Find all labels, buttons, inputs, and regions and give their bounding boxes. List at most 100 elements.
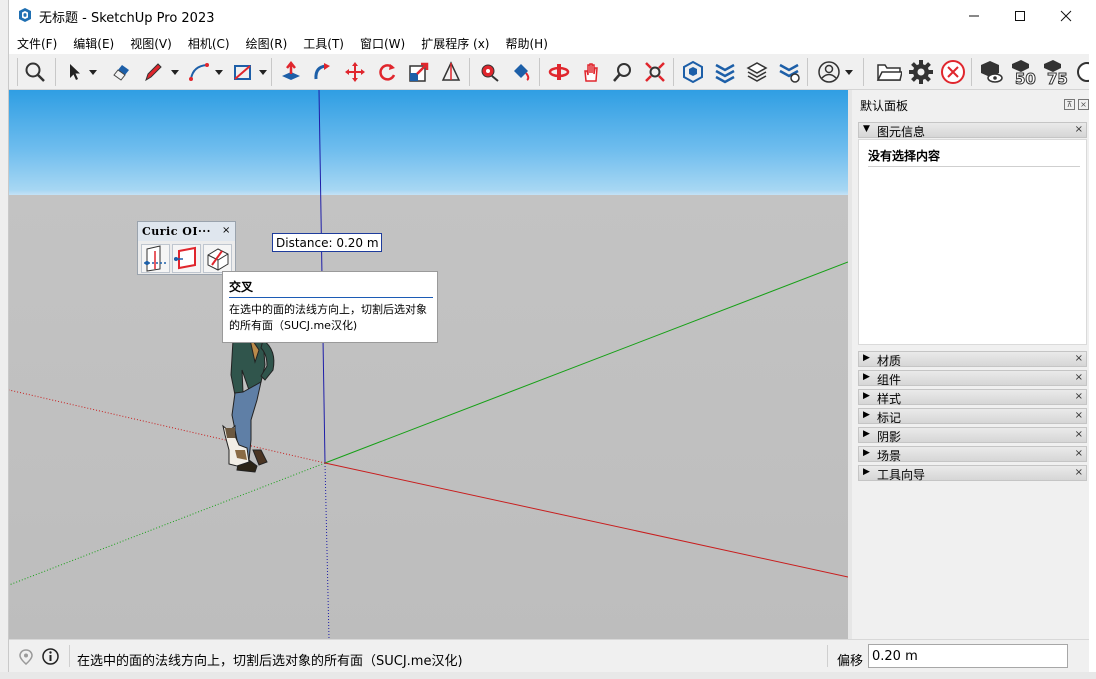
- chevron-down-icon[interactable]: [259, 70, 267, 75]
- tray-title: 默认面板: [860, 99, 909, 113]
- menu-extensions[interactable]: 扩展程序 (x): [413, 31, 497, 54]
- close-icon[interactable]: ×: [1075, 124, 1083, 135]
- close-icon[interactable]: ×: [1075, 372, 1083, 383]
- measurements-label: 偏移: [837, 654, 864, 669]
- intersect-tooltip: 交叉 在选中的面的法线方向上，切割后选对象的所有面（SUCJ.me汉化): [222, 271, 438, 343]
- curic-toolbar-titlebar[interactable]: Curic OI··· ×: [138, 222, 235, 241]
- cancel-icon[interactable]: [939, 58, 967, 86]
- sketchup-logo-icon: [19, 8, 31, 22]
- pencil-icon[interactable]: [139, 58, 167, 86]
- section-label: 样式: [877, 392, 902, 406]
- menu-file[interactable]: 文件(F): [9, 31, 65, 54]
- chevron-down-icon[interactable]: [845, 70, 853, 75]
- chevron-down-icon[interactable]: [215, 70, 223, 75]
- close-icon[interactable]: ×: [1078, 99, 1089, 110]
- sketchup-window: 无标题 - SketchUp Pro 2023 文件(F) 编辑(E) 视图(V…: [8, 0, 1089, 672]
- paint-bucket-icon[interactable]: [507, 58, 535, 86]
- stack-icon[interactable]: [743, 58, 771, 86]
- slice-icon: [144, 245, 166, 272]
- status-bar: 在选中的面的法线方向上，切割后选对象的所有面（SUCJ.me汉化) 偏移 0.2…: [9, 639, 1089, 672]
- divider: [827, 645, 828, 667]
- expand-triangle-icon: ▼: [863, 124, 870, 134]
- follow-me-icon[interactable]: [309, 58, 337, 86]
- close-icon[interactable]: ×: [1075, 467, 1083, 478]
- settings-sliders-icon[interactable]: [775, 58, 803, 86]
- intersect-face-button[interactable]: [172, 244, 201, 273]
- menu-view[interactable]: 视图(V): [122, 31, 180, 54]
- push-pull-icon[interactable]: [277, 58, 305, 86]
- rotate-icon[interactable]: [373, 58, 401, 86]
- menu-tools[interactable]: 工具(T): [295, 31, 352, 54]
- folder-icon[interactable]: [875, 58, 903, 86]
- eraser-icon[interactable]: [107, 58, 135, 86]
- search-icon[interactable]: [21, 58, 49, 86]
- close-icon[interactable]: ×: [1075, 353, 1083, 364]
- tape-measure-icon[interactable]: [475, 58, 503, 86]
- curic-toolbar-title: Curic OI···: [142, 225, 211, 238]
- partial-toolbar-icon[interactable]: [1073, 58, 1089, 86]
- section-shadows[interactable]: ▶ 阴影 ×: [858, 427, 1087, 444]
- component-3d-icon[interactable]: [679, 58, 707, 86]
- tooltip-title: 交叉: [229, 280, 254, 294]
- toolbar-separator: [17, 58, 18, 86]
- close-icon[interactable]: ×: [222, 225, 230, 236]
- select-arrow-icon[interactable]: [61, 58, 89, 86]
- close-icon[interactable]: ×: [1075, 391, 1083, 402]
- chevron-down-icon[interactable]: [171, 70, 179, 75]
- bubble-50-icon[interactable]: 50: [1009, 58, 1039, 86]
- rectangle-icon[interactable]: [229, 58, 257, 86]
- curic-floating-toolbar[interactable]: Curic OI··· ×: [137, 221, 236, 275]
- orbit-icon[interactable]: [545, 58, 573, 86]
- section-label: 标记: [877, 411, 902, 425]
- section-materials[interactable]: ▶ 材质 ×: [858, 351, 1087, 368]
- menu-edit[interactable]: 编辑(E): [65, 31, 122, 54]
- tooltip-body: 在选中的面的法线方向上，切割后选对象的所有面（SUCJ.me汉化): [229, 303, 427, 332]
- pan-icon[interactable]: [577, 58, 605, 86]
- close-icon[interactable]: ×: [1075, 448, 1083, 459]
- geo-location-icon[interactable]: [19, 649, 33, 665]
- collapsed-triangle-icon: ▶: [863, 353, 870, 363]
- move-icon[interactable]: [341, 58, 369, 86]
- measurements-input[interactable]: 0.20 m: [868, 644, 1068, 668]
- arc-icon[interactable]: [185, 58, 213, 86]
- toolbar-separator: [469, 58, 470, 86]
- section-scenes[interactable]: ▶ 场景 ×: [858, 446, 1087, 463]
- maximize-button[interactable]: [997, 0, 1043, 31]
- view-eye-icon[interactable]: [977, 58, 1005, 86]
- intersect-face-icon: [174, 246, 196, 270]
- gear-icon[interactable]: [907, 58, 935, 86]
- distance-tooltip: Distance: 0.20 m: [272, 233, 382, 252]
- close-icon[interactable]: ×: [1075, 410, 1083, 421]
- cut-solid-button[interactable]: [203, 244, 232, 273]
- section-tags[interactable]: ▶ 标记 ×: [858, 408, 1087, 425]
- bubble-75-icon[interactable]: 75: [1041, 58, 1071, 86]
- zoom-extents-icon[interactable]: [641, 58, 669, 86]
- pin-icon[interactable]: ⊼: [1064, 99, 1075, 110]
- menu-bar: 文件(F) 编辑(E) 视图(V) 相机(C) 绘图(R) 工具(T) 窗口(W…: [9, 31, 1089, 54]
- section-entity-info[interactable]: ▼ 图元信息 ×: [858, 122, 1087, 139]
- bubble-50-label: 50: [1015, 70, 1036, 86]
- close-icon[interactable]: ×: [1075, 429, 1083, 440]
- chevron-down-icon[interactable]: [89, 70, 97, 75]
- 3d-viewport[interactable]: Curic OI··· × Distance: 0.20 m 交叉 在选中的面的…: [9, 90, 848, 639]
- menu-help[interactable]: 帮助(H): [497, 31, 555, 54]
- minimize-button[interactable]: [951, 0, 997, 31]
- account-icon[interactable]: [815, 58, 843, 86]
- section-instructor[interactable]: ▶ 工具向导 ×: [858, 465, 1087, 482]
- section-label: 工具向导: [877, 468, 926, 482]
- info-icon[interactable]: [42, 648, 59, 665]
- layers-icon[interactable]: [711, 58, 739, 86]
- section-components[interactable]: ▶ 组件 ×: [858, 370, 1087, 387]
- cut-solid-icon: [207, 248, 229, 271]
- menu-window[interactable]: 窗口(W): [352, 31, 413, 54]
- menu-draw[interactable]: 绘图(R): [238, 31, 296, 54]
- scale-icon[interactable]: [405, 58, 433, 86]
- window-title: 无标题 - SketchUp Pro 2023: [39, 11, 215, 26]
- section-styles[interactable]: ▶ 样式 ×: [858, 389, 1087, 406]
- zoom-icon[interactable]: [609, 58, 637, 86]
- menu-camera[interactable]: 相机(C): [180, 31, 238, 54]
- title-bar: 无标题 - SketchUp Pro 2023: [9, 0, 1089, 31]
- section-icon[interactable]: [437, 58, 465, 86]
- slice-button[interactable]: [141, 244, 170, 273]
- close-button[interactable]: [1043, 0, 1089, 31]
